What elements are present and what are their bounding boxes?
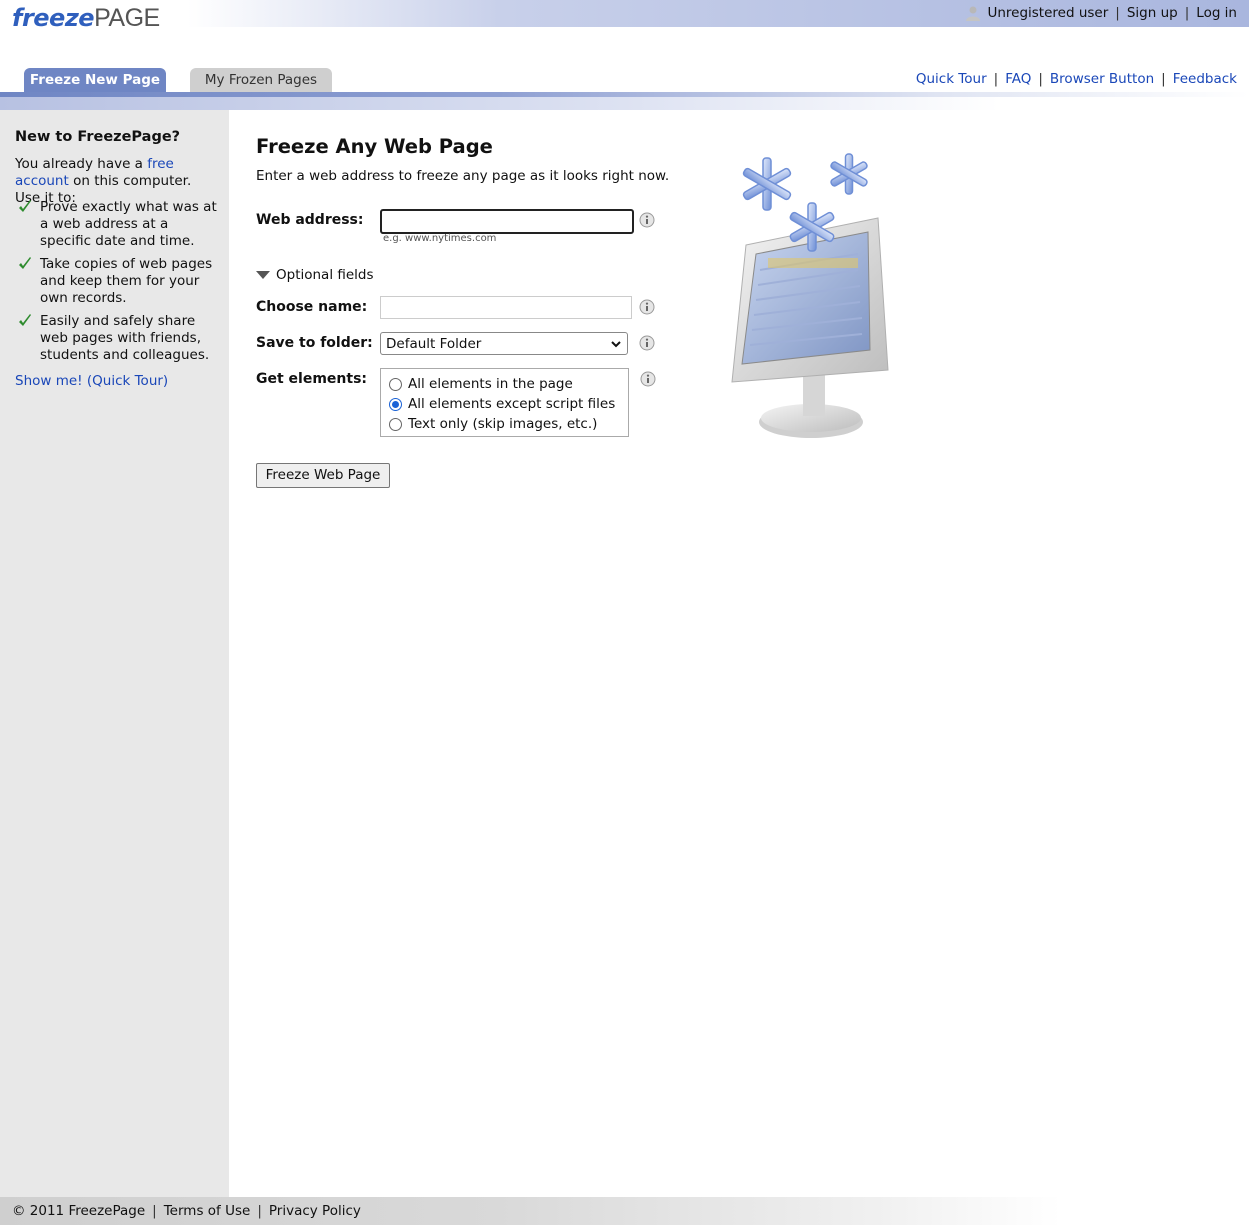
terms-of-use-link[interactable]: Terms of Use [164,1203,251,1219]
show-me-quick-tour-link[interactable]: Show me! (Quick Tour) [15,373,168,389]
logo-part-freeze: freeze [12,4,95,32]
separator: | [1161,71,1166,87]
user-icon [966,6,981,21]
separator: | [152,1203,157,1219]
user-status: Unregistered user [987,5,1109,21]
checkmark-icon [19,200,31,212]
info-icon[interactable] [639,299,655,315]
user-bar: Unregistered user | Sign up | Log in [965,5,1237,21]
checkmark-icon [19,257,31,269]
quick-tour-link[interactable]: Quick Tour [916,71,987,87]
info-icon[interactable] [640,371,656,387]
separator: | [1184,5,1190,21]
list-item: Easily and safely share web pages with f… [15,313,220,364]
info-icon[interactable] [639,212,655,228]
signup-link[interactable]: Sign up [1127,5,1178,21]
privacy-policy-link[interactable]: Privacy Policy [269,1203,361,1219]
checkmark-icon [19,314,31,326]
folder-selected-value: Default Folder [386,335,482,352]
choose-name-label: Choose name: [256,299,368,315]
web-address-example: e.g. www.nytimes.com [383,233,497,244]
triangle-down-icon [256,271,270,279]
intro-text: You already have a [15,156,148,172]
page-description: Enter a web address to freeze any page a… [256,168,670,184]
benefit-text: Prove exactly what was at a web address … [40,199,217,249]
separator: | [257,1203,262,1219]
radio-text-only[interactable]: Text only (skip images, etc.) [389,416,597,432]
footer: © 2011 FreezePage | Terms of Use | Priva… [0,1197,1249,1225]
radio-label: All elements in the page [408,376,573,392]
tab-freeze-new-page[interactable]: Freeze New Page [24,68,166,92]
radio-button-selected[interactable] [389,397,402,411]
web-address-input[interactable] [380,209,634,234]
radio-all-elements[interactable]: All elements in the page [389,376,573,392]
top-links: Quick Tour | FAQ | Browser Button | Feed… [916,71,1237,87]
separator: | [1038,71,1043,87]
radio-except-scripts[interactable]: All elements except script files [389,396,615,412]
tab-my-frozen-pages[interactable]: My Frozen Pages [190,68,332,92]
separator: | [993,71,999,87]
radio-label: All elements except script files [408,396,616,412]
freezepage-logo[interactable]: freezePAGE [12,4,160,33]
radio-button[interactable] [389,417,402,431]
login-link[interactable]: Log in [1196,5,1237,21]
optional-fields-toggle[interactable]: Optional fields [256,267,374,283]
info-icon[interactable] [639,335,655,351]
chevron-down-icon [611,341,621,348]
benefit-text: Take copies of web pages and keep them f… [40,256,213,306]
save-to-folder-label: Save to folder: [256,335,373,351]
benefit-text: Easily and safely share web pages with f… [40,313,210,363]
feedback-link[interactable]: Feedback [1173,71,1237,87]
web-address-label: Web address: [256,212,364,228]
header-stripe [0,92,1249,110]
page-title: Freeze Any Web Page [256,135,493,158]
get-elements-label: Get elements: [256,371,368,387]
optional-fields-label: Optional fields [276,267,374,283]
frozen-monitor-illustration [731,153,889,438]
freeze-web-page-button[interactable]: Freeze Web Page [256,463,390,488]
separator: | [1115,5,1120,21]
radio-label: Text only (skip images, etc.) [408,416,598,432]
logo-part-page: PAGE [94,4,160,32]
faq-link[interactable]: FAQ [1005,71,1031,87]
list-item: Prove exactly what was at a web address … [15,199,220,250]
folder-select[interactable]: Default Folder [380,332,628,355]
benefits-list: Prove exactly what was at a web address … [15,199,220,370]
copyright-text: © 2011 FreezePage [12,1203,146,1219]
list-item: Take copies of web pages and keep them f… [15,256,220,307]
elements-radio-group: All elements in the page All elements ex… [380,368,629,437]
radio-button[interactable] [389,377,402,391]
browser-button-link[interactable]: Browser Button [1050,71,1154,87]
sidebar: New to FreezePage? You already have a fr… [0,110,229,1197]
choose-name-input[interactable] [380,296,632,319]
sidebar-title: New to FreezePage? [15,129,181,145]
